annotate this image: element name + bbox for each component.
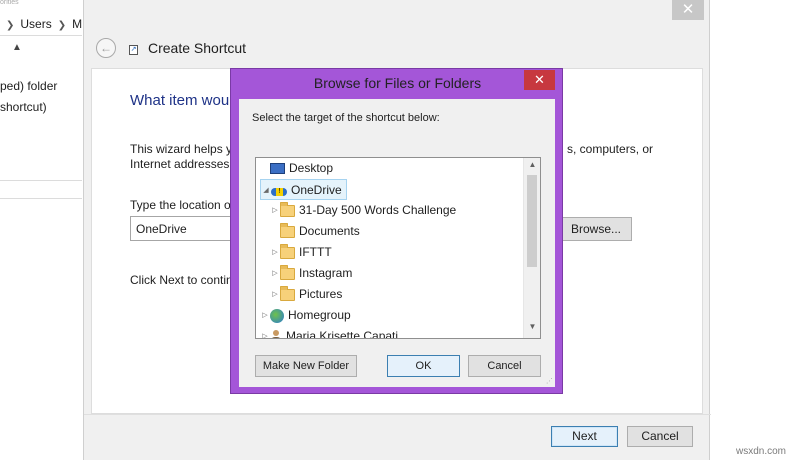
click-next-text: Click Next to contin xyxy=(130,273,233,287)
user-icon xyxy=(270,329,282,338)
onedrive-icon xyxy=(271,185,287,197)
expanded-arrow-icon[interactable]: ◢ xyxy=(261,180,271,201)
tree-item-homegroup[interactable]: ▷ Homegroup xyxy=(260,305,351,326)
divider xyxy=(0,35,82,36)
folder-icon xyxy=(280,243,295,259)
cancel-button[interactable]: Cancel xyxy=(627,426,693,447)
wizard-description-right: s, computers, or xyxy=(567,142,654,156)
breadcrumb-separator-icon: ❯ xyxy=(57,20,67,31)
tree-item-label: Instagram xyxy=(299,266,353,280)
back-arrow-icon: ← xyxy=(100,41,112,55)
tree-scrollbar[interactable]: ▲ ▼ xyxy=(523,158,540,338)
list-item[interactable]: shortcut) xyxy=(0,100,47,114)
browse-dialog-body: Select the target of the shortcut below:… xyxy=(239,99,555,387)
folder-tree[interactable]: Desktop ◢ OneDrive ▷ 31-Day 500 Words Chal… xyxy=(255,157,541,339)
desktop-icon xyxy=(270,163,285,175)
tree-item-user[interactable]: ▷ Maria Krisette Capati xyxy=(260,326,399,339)
tree-item-instagram[interactable]: ▷ Instagram xyxy=(270,263,352,284)
collapsed-arrow-icon[interactable]: ▷ xyxy=(270,284,280,305)
breadcrumb: ❯ Users ❯ M xyxy=(0,17,82,31)
breadcrumb-item-users[interactable]: Users xyxy=(20,17,51,31)
divider xyxy=(84,414,711,415)
tree-item-label: Documents xyxy=(299,224,360,238)
tree-item-documents[interactable]: Documents xyxy=(270,221,360,242)
breadcrumb-item-m[interactable]: M xyxy=(72,17,82,31)
folder-icon xyxy=(280,222,295,238)
collapsed-arrow-icon[interactable]: ▷ xyxy=(270,200,280,221)
tree-item-label: Desktop xyxy=(289,161,334,175)
tree-item-31-day-challenge[interactable]: ▷ 31-Day 500 Words Challenge xyxy=(270,200,456,221)
wizard-close-button[interactable]: ✕ xyxy=(672,0,704,20)
wizard-title: Create Shortcut xyxy=(148,40,247,56)
wizard-heading: What item wou xyxy=(130,92,230,109)
tree-item-pictures[interactable]: ▷ Pictures xyxy=(270,284,342,305)
scrollbar-thumb[interactable] xyxy=(527,175,537,267)
folder-icon xyxy=(280,264,295,280)
tree-item-label: OneDrive xyxy=(291,183,342,197)
divider xyxy=(0,180,82,181)
tree-item-label: Maria Krisette Capati xyxy=(286,329,399,339)
collapsed-arrow-icon[interactable]: ▷ xyxy=(270,242,280,263)
list-item[interactable]: ped) folder xyxy=(0,79,57,93)
tree-item-desktop[interactable]: Desktop xyxy=(260,158,333,179)
browse-dialog-close-button[interactable]: ✕ xyxy=(524,70,555,90)
tree-item-onedrive[interactable]: ◢ OneDrive xyxy=(260,179,347,200)
next-button[interactable]: Next xyxy=(551,426,618,447)
tree-item-label: 31-Day 500 Words Challenge xyxy=(299,203,457,217)
folder-icon xyxy=(280,201,295,217)
browse-dialog: Browse for Files or Folders ✕ Select the… xyxy=(230,68,563,394)
collapsed-arrow-icon[interactable]: ▷ xyxy=(260,326,270,338)
shortcut-icon: ↗ xyxy=(129,45,138,55)
folder-icon xyxy=(280,285,295,301)
resize-grip-icon[interactable]: ⋰ xyxy=(546,377,553,385)
location-label: Type the location o xyxy=(130,198,231,212)
ok-button[interactable]: OK xyxy=(387,355,460,377)
sort-up-icon[interactable]: ▲ xyxy=(12,42,22,53)
collapsed-arrow-icon[interactable]: ▷ xyxy=(260,305,270,326)
tree-item-label: IFTTT xyxy=(299,245,332,259)
tree-item-ifttt[interactable]: ▷ IFTTT xyxy=(270,242,332,263)
browse-instruction: Select the target of the shortcut below: xyxy=(252,112,440,124)
scroll-down-icon[interactable]: ▼ xyxy=(524,322,540,336)
tree-item-label: Homegroup xyxy=(288,308,351,322)
collapsed-arrow-icon[interactable]: ▷ xyxy=(270,263,280,284)
explorer-top-strip: orities xyxy=(0,0,19,6)
breadcrumb-separator-icon: ❯ xyxy=(6,20,15,31)
tree-item-label: Pictures xyxy=(299,287,343,301)
browse-button[interactable]: Browse... xyxy=(560,217,632,241)
divider xyxy=(0,198,82,199)
scroll-up-icon[interactable]: ▲ xyxy=(524,160,540,174)
browse-cancel-button[interactable]: Cancel xyxy=(468,355,541,377)
browse-dialog-title: Browse for Files or Folders xyxy=(313,75,482,91)
watermark: wsxdn.com xyxy=(735,446,786,457)
explorer-window: orities ❯ Users ❯ M ▲ ped) folder shortcut) xyxy=(0,0,90,460)
homegroup-icon xyxy=(270,308,284,323)
back-button[interactable]: ← xyxy=(96,38,116,58)
make-new-folder-button[interactable]: Make New Folder xyxy=(255,355,357,377)
